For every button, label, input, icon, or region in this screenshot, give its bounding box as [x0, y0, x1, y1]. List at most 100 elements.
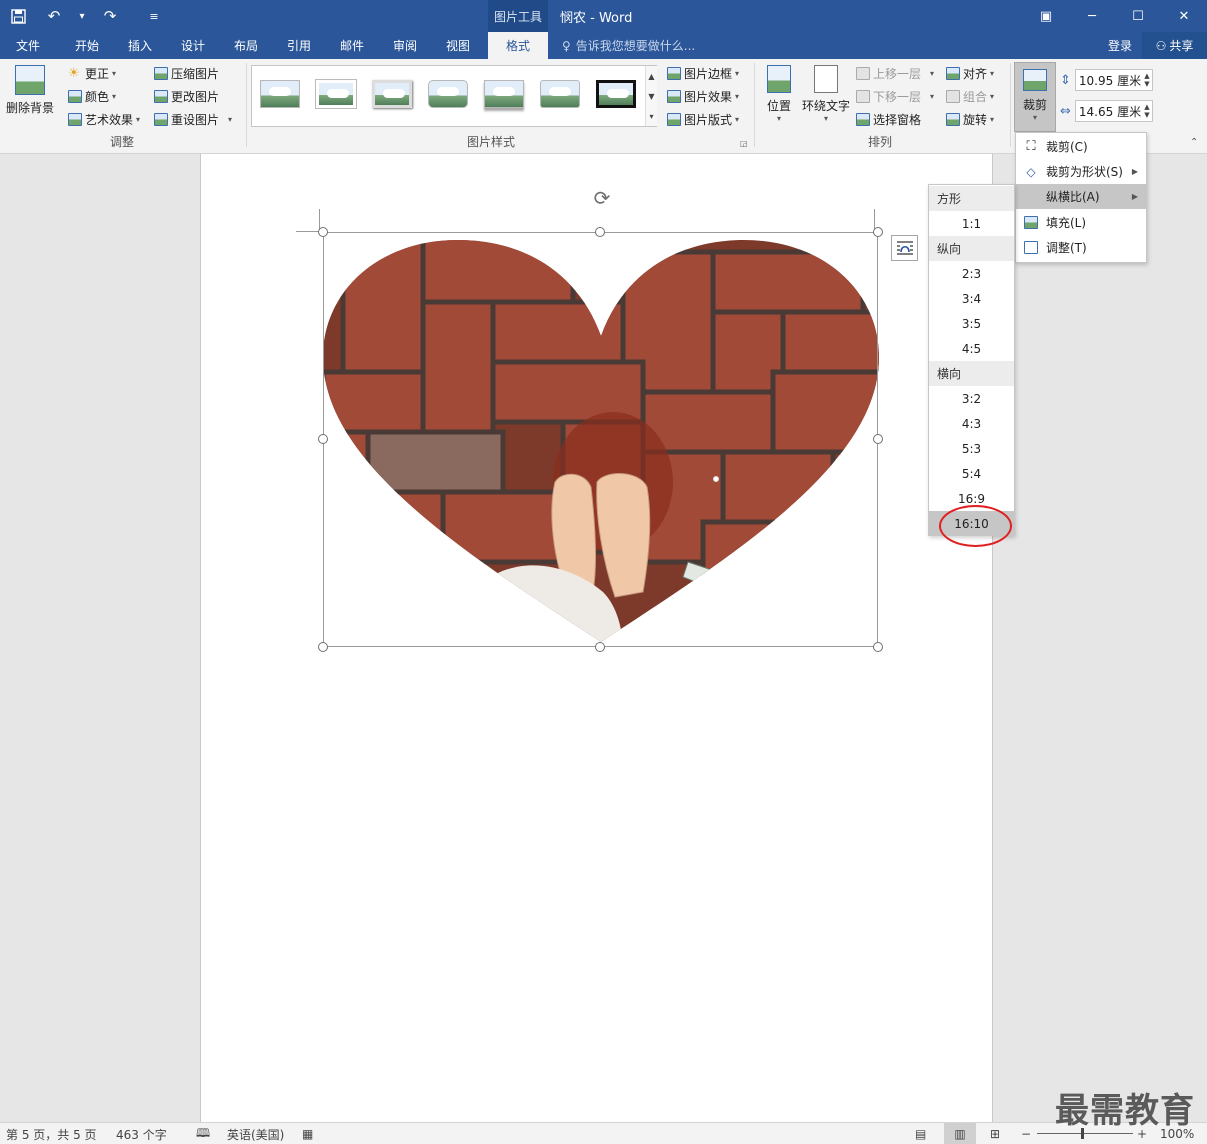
resize-handle[interactable] — [873, 642, 883, 652]
maximize-icon[interactable]: ☐ — [1115, 0, 1161, 32]
gallery-scroll[interactable]: ▲ ▼ ▾ — [645, 66, 657, 126]
change-picture-icon — [154, 90, 168, 103]
macro-icon[interactable]: ▦ — [302, 1123, 313, 1144]
aspect-ratio-5-4[interactable]: 5:4 — [929, 461, 1014, 486]
tab-home[interactable]: 开始 — [62, 32, 112, 59]
picture-style-thumb[interactable] — [258, 76, 302, 112]
chevron-up-icon[interactable]: ▲ — [648, 72, 654, 81]
resize-handle[interactable] — [873, 227, 883, 237]
dialog-launcher-icon[interactable]: ◲ — [740, 139, 748, 148]
collapse-ribbon-icon[interactable]: ⌃ — [1190, 137, 1198, 148]
tab-format[interactable]: 格式 — [488, 32, 548, 59]
picture-style-thumb[interactable] — [538, 76, 582, 112]
read-mode-icon[interactable]: ▤ — [915, 1123, 926, 1144]
rotate-button[interactable]: 旋转 ▾ — [946, 111, 994, 128]
word-count[interactable]: 463 个字 — [116, 1123, 167, 1144]
undo-icon[interactable]: ↶ — [36, 0, 72, 32]
remove-background-button[interactable]: 删除背景 — [4, 65, 56, 116]
proofing-icon[interactable]: 🕮 — [196, 1123, 210, 1144]
aspect-ratio-4-3[interactable]: 4:3 — [929, 411, 1014, 436]
tab-insert[interactable]: 插入 — [115, 32, 165, 59]
chevron-down-icon: ▾ — [735, 92, 740, 101]
ribbon-display-icon[interactable]: ▣ — [1023, 0, 1069, 32]
close-icon[interactable]: ✕ — [1161, 0, 1207, 32]
share-button[interactable]: ⚇ 共享 — [1142, 32, 1207, 59]
crop-menu-item-crop-to-shape[interactable]: ◇ 裁剪为形状(S) ▶ — [1016, 159, 1146, 184]
change-picture-button[interactable]: 更改图片 — [154, 88, 219, 105]
resize-handle[interactable] — [873, 434, 883, 444]
selection-pane-button[interactable]: 选择窗格 — [856, 111, 921, 128]
align-button[interactable]: 对齐 ▾ — [946, 65, 994, 82]
aspect-ratio-1-1[interactable]: 1:1 — [929, 211, 1014, 236]
resize-handle[interactable] — [318, 642, 328, 652]
crop-menu-item-fit[interactable]: 调整(T) — [1016, 235, 1146, 260]
picture-style-thumb[interactable] — [426, 76, 470, 112]
minimize-icon[interactable]: ─ — [1069, 0, 1115, 32]
tab-design[interactable]: 设计 — [168, 32, 218, 59]
login-link[interactable]: 登录 — [1108, 32, 1132, 59]
aspect-ratio-5-3[interactable]: 5:3 — [929, 436, 1014, 461]
aspect-ratio-3-2[interactable]: 3:2 — [929, 386, 1014, 411]
spinner-icon[interactable]: ▲ ▼ — [1142, 72, 1152, 88]
aspect-ratio-3-5[interactable]: 3:5 — [929, 311, 1014, 336]
more-icon[interactable]: ▾ — [649, 112, 653, 121]
language-indicator[interactable]: 英语(美国) — [227, 1123, 284, 1144]
resize-handle[interactable] — [595, 642, 605, 652]
picture-styles-gallery: ▲ ▼ ▾ — [251, 65, 657, 127]
height-input[interactable]: 10.95 厘米 ▲ ▼ — [1074, 69, 1153, 91]
save-icon[interactable] — [0, 0, 36, 32]
picture-style-thumb[interactable] — [370, 76, 414, 112]
tab-review[interactable]: 审阅 — [380, 32, 430, 59]
picture-border-button[interactable]: 图片边框 ▾ — [667, 65, 739, 82]
picture-style-thumb[interactable] — [594, 76, 638, 112]
shape-adjust-handle[interactable] — [713, 476, 719, 482]
crop-menu-item-aspect-ratio[interactable]: 纵横比(A) ▶ — [1016, 184, 1146, 209]
web-layout-icon[interactable]: ⊞ — [990, 1123, 1000, 1144]
compress-pictures-button[interactable]: 压缩图片 — [154, 65, 219, 82]
tab-view[interactable]: 视图 — [433, 32, 483, 59]
reset-picture-button[interactable]: 重设图片 ▾ — [154, 111, 232, 128]
aspect-ratio-3-4[interactable]: 3:4 — [929, 286, 1014, 311]
crop-button[interactable]: 裁剪 ▾ — [1014, 62, 1056, 132]
rotate-handle-icon[interactable]: ⟳ — [590, 186, 614, 210]
spinner-icon[interactable]: ▲ ▼ — [1142, 103, 1152, 119]
artistic-effects-icon — [68, 113, 82, 126]
undo-dropdown-icon[interactable]: ▾ — [72, 0, 92, 32]
width-input[interactable]: 14.65 厘米 ▲ ▼ — [1074, 100, 1153, 122]
crop-menu-item-fill[interactable]: 填充(L) — [1016, 210, 1146, 235]
layout-options-button[interactable] — [891, 235, 918, 261]
picture-layout-button[interactable]: 图片版式 ▾ — [667, 111, 739, 128]
zoom-slider[interactable] — [1037, 1133, 1133, 1134]
aspect-ratio-4-5[interactable]: 4:5 — [929, 336, 1014, 361]
aspect-header-square: 方形 — [929, 186, 1014, 211]
redo-icon[interactable]: ↷ — [92, 0, 128, 32]
chevron-down-icon[interactable]: ▼ — [648, 92, 654, 101]
zoom-out-icon[interactable]: − — [1021, 1123, 1031, 1144]
resize-handle[interactable] — [318, 227, 328, 237]
tab-layout[interactable]: 布局 — [221, 32, 271, 59]
customize-qat-icon[interactable]: ≡ — [136, 0, 172, 32]
group-objects-button[interactable]: 组合 ▾ — [946, 88, 994, 105]
aspect-ratio-2-3[interactable]: 2:3 — [929, 261, 1014, 286]
send-backward-button[interactable]: 下移一层 ▾ — [856, 88, 934, 105]
picture-style-thumb[interactable] — [314, 76, 358, 112]
resize-handle[interactable] — [318, 434, 328, 444]
resize-handle[interactable] — [595, 227, 605, 237]
tell-me-search[interactable]: ♀ 告诉我您想要做什么... — [562, 32, 695, 59]
color-button[interactable]: 颜色 ▾ — [68, 88, 116, 105]
bring-forward-button[interactable]: 上移一层 ▾ — [856, 65, 934, 82]
corrections-button[interactable]: ☀ 更正 ▾ — [68, 65, 116, 82]
picture-effects-button[interactable]: 图片效果 ▾ — [667, 88, 739, 105]
selection-pane-label: 选择窗格 — [873, 113, 922, 127]
tab-mailings[interactable]: 邮件 — [327, 32, 377, 59]
print-layout-icon[interactable]: ▥ — [944, 1123, 976, 1144]
artistic-effects-button[interactable]: 艺术效果 ▾ — [68, 111, 140, 128]
wrap-text-button[interactable]: 环绕文字 ▾ — [800, 65, 852, 123]
page-count[interactable]: 第 5 页，共 5 页 — [6, 1123, 97, 1144]
tab-file[interactable]: 文件 — [0, 32, 56, 59]
color-icon — [68, 90, 82, 103]
crop-menu-item-crop[interactable]: ⛶ 裁剪(C) — [1016, 134, 1146, 159]
position-button[interactable]: 位置 ▾ — [763, 65, 795, 123]
tab-references[interactable]: 引用 — [274, 32, 324, 59]
picture-style-thumb[interactable] — [482, 76, 526, 112]
